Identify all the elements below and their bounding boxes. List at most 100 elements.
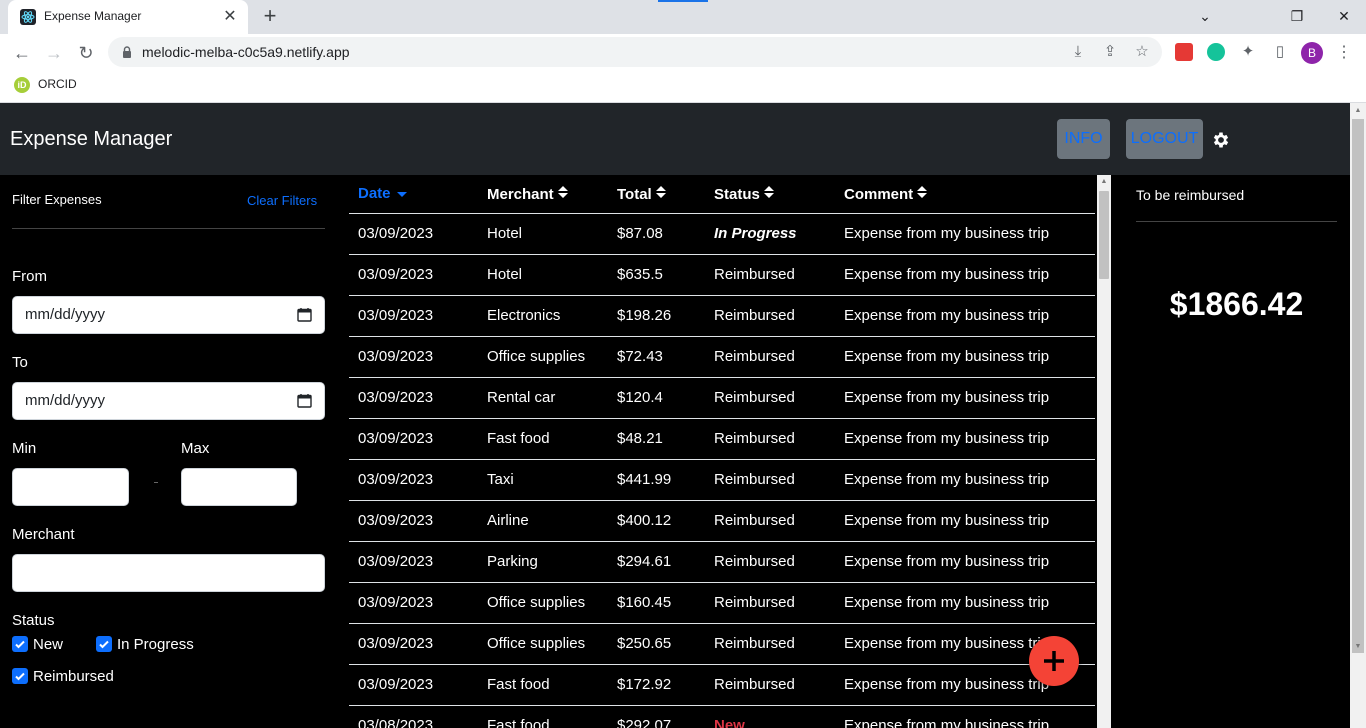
table-row[interactable]: 03/08/2023 Fast food $292.07 New Expense fro… — [349, 705, 1095, 728]
add-expense-button[interactable] — [1029, 636, 1079, 686]
cell-date: 03/09/2023 — [358, 307, 434, 324]
app-navbar: Expense Manager INFO LOGOUT — [0, 103, 1350, 175]
table-row[interactable]: 03/09/2023 Airline $400.12 Reimbursed Expens… — [349, 500, 1095, 541]
cell-total: $198.26 — [617, 307, 672, 324]
scroll-down-icon[interactable]: ▼ — [1354, 643, 1362, 650]
table-row[interactable]: 03/09/2023 Rental car $120.4 Reimbursed Expe… — [349, 377, 1095, 418]
back-icon[interactable]: ← — [10, 41, 34, 65]
header-total-label: Total — [617, 186, 652, 203]
divider — [12, 228, 325, 229]
calendar-icon[interactable] — [297, 393, 312, 408]
status-in-progress-checkbox[interactable] — [96, 636, 112, 652]
table-row[interactable]: 03/09/2023 Taxi $441.99 Reimbursed Expense f… — [349, 459, 1095, 500]
table-row[interactable]: 03/09/2023 Fast food $48.21 Reimbursed Expen… — [349, 418, 1095, 459]
new-tab-button[interactable]: + — [258, 5, 282, 29]
header-status-label: Status — [714, 186, 760, 203]
forward-icon[interactable]: → — [42, 41, 66, 65]
header-status[interactable]: Status — [714, 185, 775, 203]
grammarly-icon[interactable] — [1207, 43, 1225, 61]
cell-merchant: Fast food — [487, 430, 550, 447]
cell-comment: Expense from my business trip — [844, 512, 1050, 529]
scroll-up-icon[interactable]: ▲ — [1100, 178, 1108, 185]
table-scroll-thumb[interactable] — [1099, 191, 1109, 279]
cell-comment: Expense from my business trip — [844, 389, 1050, 406]
restore-window-icon[interactable]: ❐ — [1285, 6, 1309, 26]
profile-avatar[interactable]: B — [1301, 42, 1323, 64]
header-date[interactable]: Date — [358, 185, 407, 202]
table-row[interactable]: 03/09/2023 Fast food $172.92 Reimbursed Expe… — [349, 664, 1095, 705]
cell-date: 03/09/2023 — [358, 512, 434, 529]
header-merchant-label: Merchant — [487, 186, 554, 203]
logout-button[interactable]: LOGOUT — [1126, 119, 1203, 159]
table-scrollbar[interactable]: ▲ — [1097, 175, 1111, 728]
scroll-up-icon[interactable]: ▲ — [1354, 107, 1362, 114]
sort-icon — [655, 186, 666, 198]
cell-comment: Expense from my business trip — [844, 635, 1050, 652]
status-new-checkbox[interactable] — [12, 636, 28, 652]
info-button[interactable]: INFO — [1057, 119, 1110, 159]
header-total[interactable]: Total — [617, 185, 666, 203]
filter-title: Filter Expenses — [12, 192, 102, 207]
status-in-progress-label[interactable]: In Progress — [117, 636, 194, 653]
extensions-puzzle-icon[interactable]: ✦ — [1238, 42, 1258, 62]
install-app-icon[interactable]: ⤓ — [1068, 42, 1088, 62]
table-row[interactable]: 03/09/2023 Office supplies $250.65 Reimburs… — [349, 623, 1095, 664]
browser-tab[interactable]: Expense Manager ✕ — [8, 0, 248, 34]
cell-comment: Expense from my business trip — [844, 594, 1050, 611]
bookmark-orcid[interactable]: ORCID — [38, 77, 77, 91]
cell-date: 03/09/2023 — [358, 389, 434, 406]
status-reimbursed-label[interactable]: Reimbursed — [33, 668, 114, 685]
table-row[interactable]: 03/09/2023 Hotel $635.5 Reimbursed Expense f… — [349, 254, 1095, 295]
cell-date: 03/08/2023 — [358, 717, 434, 728]
extension-red-icon[interactable] — [1175, 43, 1193, 61]
cell-status: New — [714, 717, 745, 728]
side-panel-icon[interactable]: ▯ — [1270, 42, 1290, 62]
cell-comment: Expense from my business trip — [844, 225, 1050, 242]
table-row[interactable]: 03/09/2023 Electronics $198.26 Reimbursed Ex… — [349, 295, 1095, 336]
header-date-label: Date — [358, 185, 391, 202]
sort-icon — [764, 186, 775, 198]
check-icon — [15, 672, 25, 681]
address-bar[interactable]: melodic-melba-c0c5a9.netlify.app ⤓ ⇪ ☆ — [108, 37, 1162, 67]
table-row[interactable]: 03/09/2023 Office supplies $72.43 Reimburse… — [349, 336, 1095, 377]
browser-menu-icon[interactable]: ⋮ — [1335, 42, 1353, 64]
cell-merchant: Taxi — [487, 471, 514, 488]
table-row[interactable]: 03/09/2023 Hotel $87.08 In Progress Expense … — [349, 213, 1095, 254]
minimize-window-icon[interactable]: ⌄ — [1193, 6, 1217, 26]
header-comment[interactable]: Comment — [844, 185, 928, 203]
header-merchant[interactable]: Merchant — [487, 185, 568, 203]
orcid-icon: iD — [14, 77, 30, 93]
cell-total: $87.08 — [617, 225, 663, 242]
reload-icon[interactable]: ↻ — [74, 41, 98, 65]
min-label: Min — [12, 440, 37, 457]
max-amount-input[interactable] — [181, 468, 297, 506]
from-date-input[interactable]: mm/dd/yyyy — [12, 296, 325, 334]
clear-filters-link[interactable]: Clear Filters — [247, 193, 317, 208]
min-amount-input[interactable] — [12, 468, 129, 506]
cell-comment: Expense from my business trip — [844, 676, 1050, 693]
gear-icon[interactable] — [1211, 130, 1231, 150]
table-row[interactable]: 03/09/2023 Office supplies $160.45 Reimburs… — [349, 582, 1095, 623]
cell-status: Reimbursed — [714, 348, 795, 365]
status-reimbursed-checkbox[interactable] — [12, 668, 28, 684]
cell-status: In Progress — [714, 225, 797, 242]
table-row[interactable]: 03/09/2023 Parking $294.61 Reimbursed Expens… — [349, 541, 1095, 582]
status-new-label[interactable]: New — [33, 636, 63, 653]
cell-comment: Expense from my business trip — [844, 266, 1050, 283]
share-icon[interactable]: ⇪ — [1100, 42, 1120, 62]
page-scroll-thumb[interactable] — [1352, 119, 1364, 653]
check-icon — [99, 640, 109, 649]
cell-comment: Expense from my business trip — [844, 430, 1050, 447]
close-tab-icon[interactable]: ✕ — [220, 7, 240, 27]
header-comment-label: Comment — [844, 186, 914, 203]
cell-merchant: Fast food — [487, 676, 550, 693]
from-label: From — [12, 268, 47, 285]
close-window-icon[interactable]: ✕ — [1332, 6, 1356, 26]
merchant-input[interactable] — [12, 554, 325, 592]
bookmark-star-icon[interactable]: ☆ — [1132, 42, 1152, 62]
to-date-input[interactable]: mm/dd/yyyy — [12, 382, 325, 420]
app-brand[interactable]: Expense Manager — [10, 128, 172, 151]
page-scrollbar[interactable]: ▲ ▼ — [1350, 103, 1366, 728]
from-date-value: mm/dd/yyyy — [25, 306, 106, 323]
calendar-icon[interactable] — [297, 307, 312, 322]
